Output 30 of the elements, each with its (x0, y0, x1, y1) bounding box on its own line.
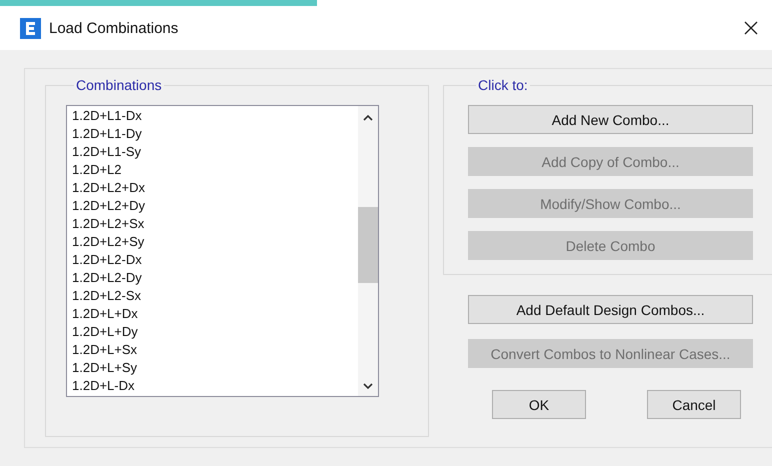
scroll-down-icon[interactable] (363, 383, 373, 390)
list-item[interactable]: 1.2D+L2 (72, 161, 358, 179)
list-item[interactable]: 1.2D+L2+Sy (72, 233, 358, 251)
action-button[interactable]: Add New Combo... (468, 105, 753, 134)
scroll-thumb[interactable] (358, 207, 378, 283)
app-logo-icon (20, 18, 41, 38)
list-item[interactable]: 1.2D+L1-Sy (72, 143, 358, 161)
group-label: Click to: (477, 77, 529, 93)
list-item[interactable]: 1.2D+L-Dx (72, 377, 358, 395)
list-item[interactable]: 1.2D+L2-Sx (72, 287, 358, 305)
scroll-up-icon[interactable] (363, 114, 373, 121)
action-button[interactable]: Add Default Design Combos... (468, 295, 753, 324)
list-item[interactable]: 1.2D+L2-Dy (72, 269, 358, 287)
group-label: Combinations (75, 77, 163, 93)
combinations-list[interactable]: 1.2D+L1-Dx 1.2D+L1-Dy 1.2D+L1-Sy 1.2D+L2 1.2D+L2+Dx 1.2D+L2+Dy 1.2D+L2+Sx 1.2D+L2+Sy 1.2D+L2-Dx 1.2D+L2-Dy 1.2D+L2-Sx 1.2D+L+Dx 1.2D+L+Dy 1.2D+L+Sx 1.2D+L+Sy 1.2D+L-Dx (66, 105, 379, 397)
list-item[interactable]: 1.2D+L+Sy (72, 359, 358, 377)
scrollbar[interactable] (358, 106, 378, 396)
ok-button[interactable]: OK (492, 390, 586, 419)
close-icon[interactable] (744, 21, 758, 35)
list-item[interactable]: 1.2D+L1-Dy (72, 125, 358, 143)
window-title: Load Combinations (49, 20, 180, 36)
list-item[interactable]: 1.2D+L1-Dx (72, 107, 358, 125)
list-item[interactable]: 1.2D+L+Dy (72, 323, 358, 341)
list-item[interactable]: 1.2D+L2-Dx (72, 251, 358, 269)
cancel-button[interactable]: Cancel (647, 390, 741, 419)
list-item[interactable]: 1.2D+L2+Sx (72, 215, 358, 233)
list-item[interactable]: 1.2D+L+Dx (72, 305, 358, 323)
list-item[interactable]: 1.2D+L2+Dx (72, 179, 358, 197)
list-item[interactable]: 1.2D+L+Sx (72, 341, 358, 359)
list-item[interactable]: 1.2D+L2+Dy (72, 197, 358, 215)
